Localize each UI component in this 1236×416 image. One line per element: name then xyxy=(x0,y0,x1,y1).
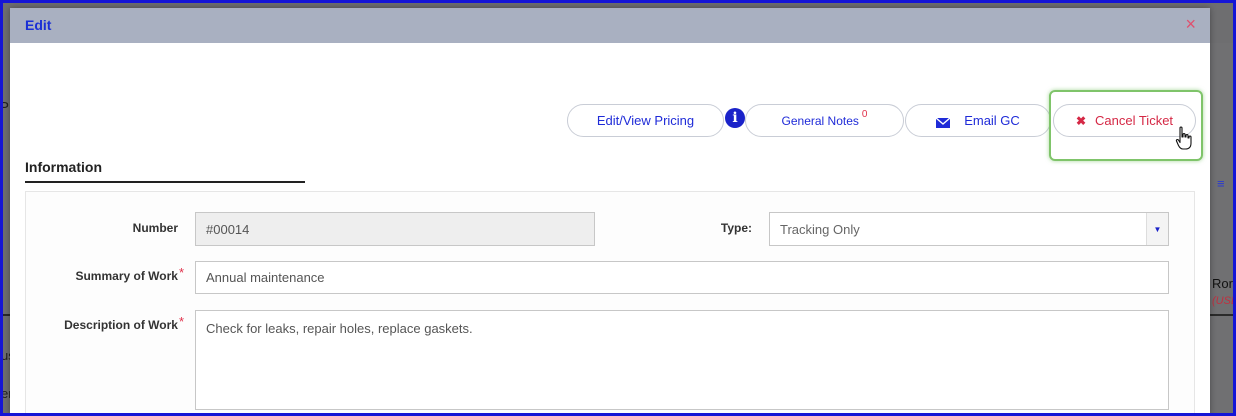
close-icon[interactable]: × xyxy=(1185,14,1196,34)
summary-value: Annual maintenance xyxy=(206,270,325,285)
description-of-work-textarea[interactable]: Check for leaks, repair holes, replace g… xyxy=(195,310,1169,410)
cancel-ticket-label: Cancel Ticket xyxy=(1095,113,1174,128)
required-mark: * xyxy=(178,314,184,329)
email-gc-button[interactable]: Email GC xyxy=(905,104,1051,137)
general-notes-button[interactable]: General Notes 0 xyxy=(745,104,904,137)
description-label-text: Description of Work xyxy=(64,318,178,332)
chevron-down-icon: ▼ xyxy=(1146,213,1168,245)
description-label: Description of Work* xyxy=(26,314,184,332)
hand-pointer-icon xyxy=(1175,126,1193,152)
modal-title: Edit xyxy=(25,17,52,33)
background-list-icon: ≡ xyxy=(1217,176,1225,191)
type-label-text: Type: xyxy=(720,221,752,235)
notes-count-badge: 0 xyxy=(861,109,868,120)
edit-view-pricing-label: Edit/View Pricing xyxy=(596,113,695,128)
summary-of-work-input[interactable]: Annual maintenance xyxy=(195,261,1169,294)
section-title: Information xyxy=(25,159,102,175)
edit-view-pricing-button[interactable]: Edit/View Pricing xyxy=(567,104,724,137)
x-icon: ✖ xyxy=(1075,113,1086,128)
section-underline xyxy=(25,181,305,183)
summary-label-text: Summary of Work xyxy=(75,269,178,283)
info-icon[interactable]: i xyxy=(725,108,745,128)
number-value: #00014 xyxy=(206,221,250,237)
modal-header: Edit × xyxy=(10,8,1210,43)
background-text-fragment: Ror xyxy=(1212,276,1233,291)
number-label-text: Number xyxy=(132,221,178,235)
background-text-fragment: P xyxy=(3,99,10,116)
summary-label: Summary of Work* xyxy=(26,265,184,283)
general-notes-label: General Notes xyxy=(781,113,859,128)
type-select[interactable]: Tracking Only ▼ xyxy=(769,212,1169,246)
background-text-fragment: (USD xyxy=(1212,295,1233,307)
number-label: Number xyxy=(26,221,178,235)
email-gc-label: Email GC xyxy=(964,113,1020,128)
required-mark: * xyxy=(178,265,184,280)
edit-modal: Edit × Edit/View Pricing i General Notes… xyxy=(10,8,1210,416)
type-label: Type: xyxy=(686,221,752,235)
description-value: Check for leaks, repair holes, replace g… xyxy=(206,321,473,336)
background-right-panel xyxy=(1210,43,1233,413)
background-divider xyxy=(1210,314,1233,316)
number-field: #00014 xyxy=(195,212,595,246)
envelope-icon xyxy=(935,116,951,128)
type-selected-value: Tracking Only xyxy=(780,221,860,237)
information-form: Number #00014 Type: Tracking Only ▼ Summ… xyxy=(25,191,1195,416)
